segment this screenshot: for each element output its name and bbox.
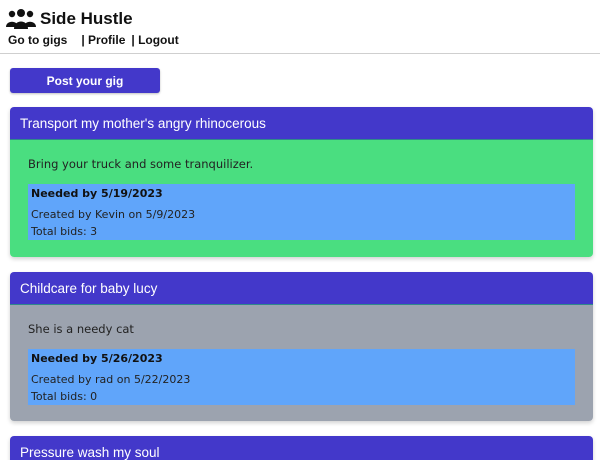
users-icon — [6, 9, 36, 29]
gig-description: She is a needy cat — [28, 322, 134, 336]
post-gig-button[interactable]: Post your gig — [10, 68, 160, 93]
gig-body: She is a needy cat Needed by 5/26/2023 C… — [10, 305, 593, 421]
gig-needed-by: Needed by 5/26/2023 — [31, 352, 163, 365]
gig-title[interactable]: Pressure wash my soul — [10, 436, 593, 460]
nav-go-to-gigs[interactable]: Go to gigs — [8, 33, 67, 47]
gig-title[interactable]: Childcare for baby lucy — [10, 272, 593, 305]
app-title: Side Hustle — [40, 9, 133, 28]
gig-created-by: Created by rad on 5/22/2023 — [31, 373, 191, 386]
gig-meta: Needed by 5/26/2023 Created by rad on 5/… — [28, 349, 575, 405]
gig-total-bids: Total bids: 0 — [31, 390, 98, 403]
gig-title[interactable]: Transport my mother's angry rhinocerous — [10, 107, 593, 140]
nav-logout[interactable]: | Logout — [131, 33, 178, 47]
gig-card[interactable]: Childcare for baby lucy She is a needy c… — [10, 272, 593, 421]
gig-card[interactable]: Pressure wash my soul — [10, 436, 593, 460]
gig-card[interactable]: Transport my mother's angry rhinocerous … — [10, 107, 593, 257]
gig-needed-by: Needed by 5/19/2023 — [31, 187, 163, 200]
app-header: Side Hustle Go to gigs | Profile | Logou… — [0, 0, 600, 54]
brand[interactable]: Side Hustle — [6, 6, 133, 32]
main-nav: Go to gigs | Profile | Logout — [8, 33, 179, 47]
nav-profile[interactable]: | Profile — [81, 33, 125, 47]
gig-meta: Needed by 5/19/2023 Created by Kevin on … — [28, 184, 575, 240]
gig-body: Bring your truck and some tranquilizer. … — [10, 140, 593, 257]
gig-description: Bring your truck and some tranquilizer. — [28, 157, 254, 171]
gig-total-bids: Total bids: 3 — [31, 225, 98, 238]
gig-created-by: Created by Kevin on 5/9/2023 — [31, 208, 196, 221]
